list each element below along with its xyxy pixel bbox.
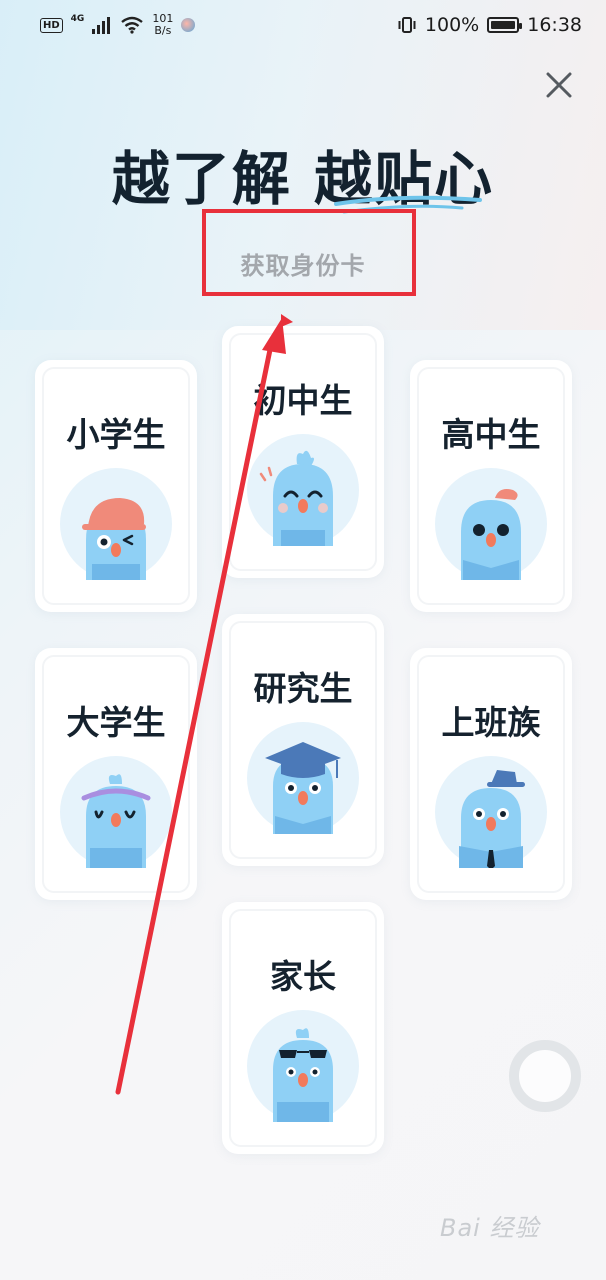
mascot-fedora-avatar bbox=[435, 756, 547, 868]
vibrate-icon bbox=[398, 17, 416, 33]
card-label: 大学生 bbox=[66, 703, 166, 742]
network-type: 4G bbox=[70, 14, 85, 24]
signal-icon bbox=[92, 17, 111, 34]
identity-card-graduate[interactable]: 研究生 bbox=[222, 614, 384, 866]
mascot-headband-avatar bbox=[60, 756, 172, 868]
identity-card-university[interactable]: 大学生 bbox=[35, 648, 197, 900]
highlight-box bbox=[202, 209, 416, 296]
card-label: 小学生 bbox=[66, 415, 166, 454]
card-label: 家长 bbox=[270, 957, 336, 996]
mascot-beret-avatar bbox=[435, 468, 547, 580]
battery-icon bbox=[487, 17, 523, 33]
mascot-graduation-cap-avatar bbox=[247, 722, 359, 834]
card-label: 研究生 bbox=[253, 669, 353, 708]
mascot-sunglasses-avatar bbox=[247, 1010, 359, 1122]
floating-assist-button[interactable] bbox=[509, 1040, 581, 1112]
status-bar: HD 4G 101 B/s 100% 16:38 bbox=[0, 0, 606, 50]
card-label: 初中生 bbox=[253, 381, 353, 420]
clock: 16:38 bbox=[527, 14, 582, 36]
watermark: Bai 经验 bbox=[440, 1214, 540, 1242]
identity-card-junior-high[interactable]: 初中生 bbox=[222, 326, 384, 578]
page-title: 越了解 越贴心 bbox=[111, 145, 495, 213]
app-notification-icon bbox=[181, 18, 196, 32]
identity-card-parent[interactable]: 家长 bbox=[222, 902, 384, 1154]
card-label: 高中生 bbox=[441, 415, 541, 454]
card-label: 上班族 bbox=[441, 703, 541, 742]
identity-card-primary[interactable]: 小学生 bbox=[35, 360, 197, 612]
wifi-icon bbox=[121, 16, 144, 34]
hd-indicator: HD bbox=[40, 17, 63, 33]
close-button[interactable] bbox=[540, 66, 578, 104]
battery-percent: 100% bbox=[424, 14, 480, 36]
identity-card-office-worker[interactable]: 上班族 bbox=[410, 648, 572, 900]
network-speed: 101 B/s bbox=[152, 12, 174, 37]
identity-card-senior-high[interactable]: 高中生 bbox=[410, 360, 572, 612]
mascot-cap-avatar bbox=[60, 468, 172, 580]
mascot-tuft-avatar bbox=[247, 434, 359, 546]
close-icon bbox=[546, 72, 572, 98]
